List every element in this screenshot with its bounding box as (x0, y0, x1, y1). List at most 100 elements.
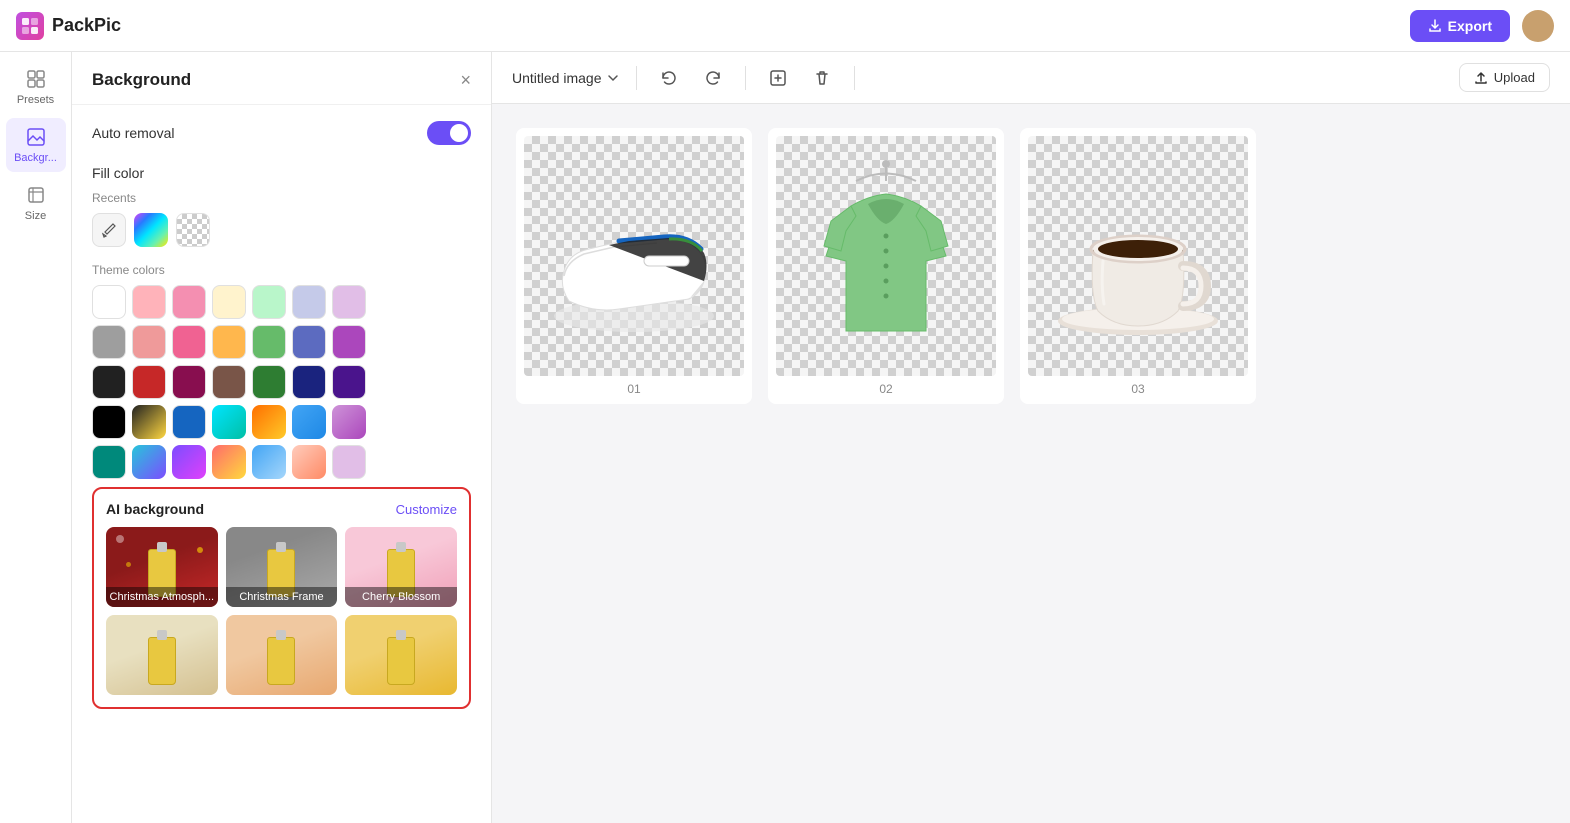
color-picker-button[interactable] (92, 213, 126, 247)
panel-close-button[interactable]: × (460, 71, 471, 89)
toolbar-divider-1 (636, 66, 637, 90)
customize-button[interactable]: Customize (396, 502, 457, 517)
color-swatch-white[interactable] (92, 285, 126, 319)
color-swatch-grad9[interactable] (252, 445, 286, 479)
color-swatch-green1[interactable] (252, 285, 286, 319)
theme-color-grid (92, 285, 471, 479)
redo-icon (704, 69, 722, 87)
color-swatch-grad10[interactable] (292, 445, 326, 479)
logo-icon (16, 12, 44, 40)
color-swatch-maroon[interactable] (172, 365, 206, 399)
color-swatch-grad1[interactable] (132, 405, 166, 439)
ai-background-section: AI background Customize (92, 487, 471, 709)
user-avatar[interactable] (1522, 10, 1554, 42)
sidebar-item-size[interactable]: Size (6, 176, 66, 230)
panel-header: Background × (72, 52, 491, 105)
image-thumb-03 (1028, 136, 1248, 376)
export-button[interactable]: Export (1410, 10, 1510, 42)
trash-icon (813, 69, 831, 87)
undo-icon (660, 69, 678, 87)
zoom-fit-button[interactable] (762, 62, 794, 94)
coffee-image (1038, 156, 1238, 356)
background-panel: Background × Auto removal Fill color Rec… (72, 52, 492, 823)
color-swatch-yellow[interactable] (212, 285, 246, 319)
recents-label: Recents (92, 191, 471, 205)
undo-button[interactable] (653, 62, 685, 94)
ai-bg-item-row2-2[interactable] (226, 615, 338, 695)
ai-bg-item-christmas-atm[interactable]: Christmas Atmosph... (106, 527, 218, 607)
sidebar-item-size-label: Size (25, 210, 46, 222)
color-swatch-teal[interactable] (92, 445, 126, 479)
gradient-color-swatch[interactable] (134, 213, 168, 247)
toolbar-right: Upload (1459, 63, 1550, 92)
document-name[interactable]: Untitled image (512, 70, 620, 86)
image-card-03[interactable]: 03 (1020, 128, 1256, 404)
color-swatch-grad2[interactable] (212, 405, 246, 439)
icon-sidebar: Presets Backgr... Size (0, 52, 72, 823)
color-swatch-green2[interactable] (252, 325, 286, 359)
color-swatch-red2[interactable] (132, 365, 166, 399)
logo-text: PackPic (52, 15, 121, 36)
auto-removal-toggle[interactable] (427, 121, 471, 145)
image-thumb-01 (524, 136, 744, 376)
redo-button[interactable] (697, 62, 729, 94)
color-swatch-navy[interactable] (172, 405, 206, 439)
upload-button[interactable]: Upload (1459, 63, 1550, 92)
ai-bg-item-christmas-frame[interactable]: Christmas Frame (226, 527, 338, 607)
color-swatch-dkpurple[interactable] (332, 365, 366, 399)
panel-title: Background (92, 70, 191, 90)
shirt-image (796, 146, 976, 366)
color-swatch-purple1[interactable] (332, 285, 366, 319)
color-swatch-blue2[interactable] (292, 325, 326, 359)
color-swatch-gray[interactable] (92, 325, 126, 359)
header-actions: Export (1410, 10, 1554, 42)
color-swatch-black[interactable] (92, 365, 126, 399)
ai-bg-item-cherry-blossom[interactable]: Cherry Blossom (345, 527, 457, 607)
color-swatch-dkblue[interactable] (292, 365, 326, 399)
size-icon (25, 184, 47, 206)
sidebar-item-presets-label: Presets (17, 94, 54, 106)
sidebar-item-background[interactable]: Backgr... (6, 118, 66, 172)
color-swatch-pink3[interactable] (172, 325, 206, 359)
color-swatch-dkgreen[interactable] (252, 365, 286, 399)
ai-bg-item-row2-3[interactable] (345, 615, 457, 695)
image-card-02[interactable]: 02 (768, 128, 1004, 404)
auto-removal-label: Auto removal (92, 125, 174, 141)
sidebar-item-presets[interactable]: Presets (6, 60, 66, 114)
panel-body: Auto removal Fill color Recents (72, 105, 491, 725)
fill-color-label: Fill color (92, 165, 471, 181)
image-label-03: 03 (1131, 382, 1144, 400)
ai-bg-label-christmas-frame: Christmas Frame (226, 587, 338, 607)
color-swatch-pink1[interactable] (132, 285, 166, 319)
chevron-down-icon (606, 71, 620, 85)
color-swatch-orange1[interactable] (212, 325, 246, 359)
color-swatch-grad8[interactable] (212, 445, 246, 479)
color-swatch-red1[interactable] (132, 325, 166, 359)
color-swatch-brown[interactable] (212, 365, 246, 399)
ai-bg-item-row2-1[interactable] (106, 615, 218, 695)
color-swatch-purple1b[interactable] (332, 445, 366, 479)
upload-icon (1474, 71, 1488, 85)
image-card-01[interactable]: 01 (516, 128, 752, 404)
ai-bg-label-christmas-atm: Christmas Atmosph... (106, 587, 218, 607)
logo: PackPic (16, 12, 121, 40)
color-swatch-blue1[interactable] (292, 285, 326, 319)
image-label-01: 01 (627, 382, 640, 400)
delete-button[interactable] (806, 62, 838, 94)
color-swatch-grad5[interactable] (332, 405, 366, 439)
workspace-toolbar: Untitled image (492, 52, 1570, 104)
transparent-color-swatch[interactable] (176, 213, 210, 247)
recent-items (92, 213, 471, 247)
image-thumb-02 (776, 136, 996, 376)
color-swatch-grad3[interactable] (252, 405, 286, 439)
theme-colors-label: Theme colors (92, 263, 471, 277)
ai-background-header: AI background Customize (106, 501, 457, 517)
color-swatch-purple2[interactable] (332, 325, 366, 359)
color-swatch-pink2[interactable] (172, 285, 206, 319)
color-swatch-grad4[interactable] (292, 405, 326, 439)
background-icon (25, 126, 47, 148)
auto-removal-row: Auto removal (92, 121, 471, 145)
color-swatch-black2[interactable] (92, 405, 126, 439)
color-swatch-grad7[interactable] (172, 445, 206, 479)
color-swatch-grad6[interactable] (132, 445, 166, 479)
